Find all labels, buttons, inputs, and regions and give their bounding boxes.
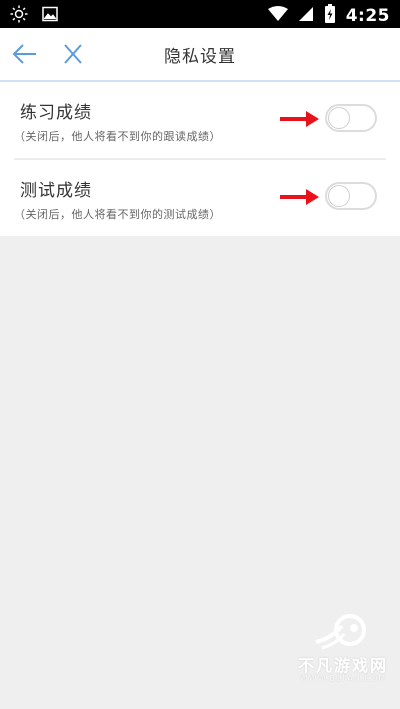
toggle-knob: [328, 185, 350, 207]
red-arrow-annotation: [280, 111, 319, 127]
battery-charging-icon: [324, 4, 336, 28]
watermark-url: WWW.BUFAN.COM: [299, 674, 387, 683]
test-score-toggle[interactable]: [325, 182, 377, 210]
watermark: 不凡游戏网 WWW.BUFAN.COM: [288, 612, 398, 692]
setting-description: （关闭后，他人将看不到你的测试成绩）: [14, 208, 221, 221]
image-icon: [42, 6, 58, 26]
wifi-icon: [267, 6, 288, 26]
status-bar: 4:25: [0, 0, 400, 28]
practice-score-toggle[interactable]: [325, 104, 377, 132]
page-title: 隐私设置: [164, 47, 236, 67]
setting-row-test-score: 测试成绩 （关闭后，他人将看不到你的测试成绩）: [0, 160, 400, 236]
status-time: 4:25: [345, 6, 390, 26]
navigation-bar: 隐私设置: [0, 28, 400, 82]
watermark-logo-icon: [315, 614, 366, 650]
watermark-text: 不凡游戏网: [297, 656, 388, 675]
red-arrow-annotation: [280, 189, 319, 205]
toggle-knob: [328, 107, 350, 129]
brightness-icon: [10, 5, 28, 27]
setting-title: 练习成绩: [20, 103, 92, 123]
signal-icon: [298, 6, 314, 26]
setting-description: （关闭后，他人将看不到你的跟读成绩）: [14, 130, 221, 143]
setting-title: 测试成绩: [20, 181, 92, 201]
setting-row-practice-score: 练习成绩 （关闭后，他人将看不到你的跟读成绩）: [0, 82, 400, 160]
privacy-settings-list: 练习成绩 （关闭后，他人将看不到你的跟读成绩） 测试成绩 （关闭后，他人将看不到…: [0, 82, 400, 236]
